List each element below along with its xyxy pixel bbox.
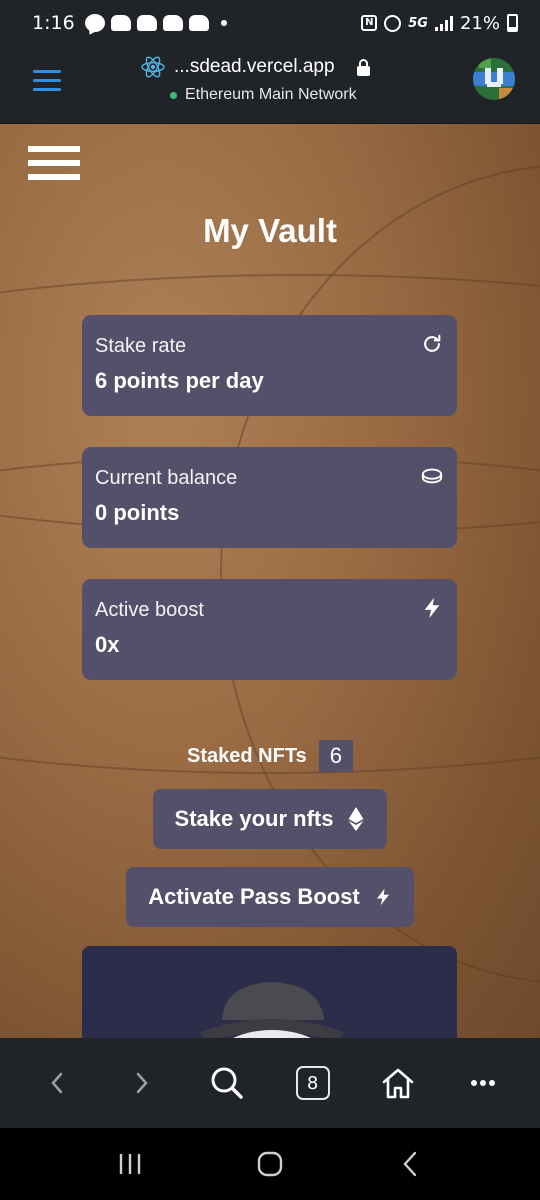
lightning-icon — [376, 888, 389, 906]
activate-pass-boost-label: Activate Pass Boost — [148, 884, 360, 909]
more-notifications-dot — [220, 20, 227, 26]
network-type: 5G — [408, 15, 428, 31]
nfc-icon: N — [361, 15, 378, 31]
browser-toolbar: 8 — [0, 1038, 540, 1128]
activate-pass-boost-button[interactable]: Activate Pass Boost — [126, 867, 414, 927]
recent-apps-icon — [119, 1154, 141, 1174]
network-status-text: Ethereum Main Network — [185, 86, 357, 103]
network-status-dot — [170, 91, 177, 99]
app-notification-icon — [162, 15, 183, 31]
app-notification-icon — [110, 15, 131, 31]
battery-icon — [507, 14, 518, 32]
status-time: 1:16 — [32, 12, 75, 34]
tabs-button[interactable]: 8 — [283, 1053, 343, 1113]
active-boost-card: Active boost 0x — [82, 579, 457, 680]
staked-nfts-row: Staked NFTs 6 — [0, 740, 540, 772]
url-text: ...sdead.vercel.app — [174, 56, 335, 77]
nft-character-image — [200, 982, 344, 1038]
system-back-button[interactable] — [380, 1139, 440, 1189]
battery-percent: 21% — [459, 12, 500, 34]
stake-nfts-button[interactable]: Stake your nfts — [153, 789, 387, 849]
search-icon — [211, 1067, 244, 1099]
vault-page: My Vault Stake rate 6 points per day Cur… — [0, 124, 540, 1038]
chevron-right-icon — [136, 1072, 148, 1094]
signal-icon — [434, 15, 453, 31]
home-button[interactable] — [368, 1053, 428, 1113]
card-value: 0x — [95, 632, 120, 657]
current-balance-card: Current balance 0 points — [82, 447, 457, 548]
card-label: Stake rate — [95, 335, 187, 357]
home-icon — [382, 1068, 414, 1099]
recent-apps-button[interactable] — [100, 1139, 160, 1189]
url-display[interactable]: ...sdead.vercel.app Ethereum Main Networ… — [140, 54, 410, 104]
site-menu-button[interactable] — [28, 146, 80, 186]
card-label: Active boost — [95, 599, 204, 621]
staked-nfts-label: Staked NFTs — [187, 744, 307, 767]
home-nav-button[interactable] — [240, 1139, 300, 1189]
browser-url-bar: ...sdead.vercel.app Ethereum Main Networ… — [0, 46, 540, 124]
stake-nfts-label: Stake your nfts — [174, 806, 334, 831]
page-title: My Vault — [203, 212, 337, 249]
lock-icon — [356, 59, 370, 76]
system-navigation-bar — [0, 1128, 540, 1200]
app-notification-icon — [188, 15, 209, 31]
lightning-icon — [424, 597, 440, 619]
notification-icons — [84, 14, 227, 32]
search-button[interactable] — [197, 1053, 257, 1113]
card-value: 6 points per day — [95, 368, 264, 393]
refresh-icon[interactable] — [421, 332, 443, 356]
forward-button[interactable] — [112, 1053, 172, 1113]
back-arrow-icon — [403, 1151, 417, 1177]
tabs-count: 8 — [295, 1066, 330, 1100]
staked-nfts-count: 6 — [318, 740, 353, 772]
coin-icon — [421, 468, 443, 484]
chevron-left-icon — [50, 1072, 62, 1094]
wallet-avatar[interactable] — [473, 58, 515, 100]
home-nav-icon — [257, 1151, 283, 1177]
react-icon — [141, 56, 165, 78]
nft-preview-card[interactable] — [82, 946, 457, 1038]
card-label: Current balance — [95, 467, 238, 489]
stake-rate-card: Stake rate 6 points per day — [82, 315, 457, 416]
more-options-button[interactable] — [453, 1053, 513, 1113]
browser-menu-button[interactable] — [33, 70, 61, 92]
message-notification-icon — [84, 14, 105, 32]
more-dots-icon — [471, 1080, 496, 1086]
status-bar: 1:16 N 5G 21% — [0, 0, 540, 46]
app-notification-icon — [136, 15, 157, 31]
ethereum-icon — [349, 807, 364, 831]
back-button[interactable] — [27, 1053, 87, 1113]
card-value: 0 points — [95, 500, 180, 525]
alarm-icon — [384, 14, 402, 32]
